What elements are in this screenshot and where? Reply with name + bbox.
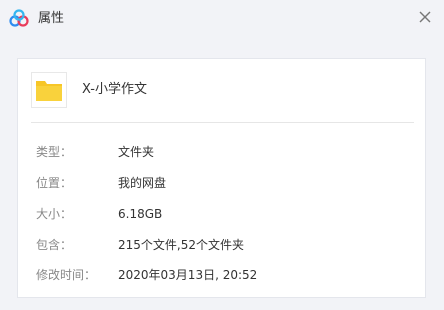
property-value: 215个文件,52个文件夹 — [118, 238, 244, 252]
property-row-size: 大小： 6.18GB — [18, 204, 427, 224]
property-label: 位置： — [36, 176, 73, 190]
property-label: 类型： — [36, 145, 73, 159]
property-row-location: 位置： 我的网盘 — [18, 173, 427, 193]
properties-panel: X-小学作文 类型： 文件夹 位置： 我的网盘 大小： 6.18GB 包含： 2… — [17, 58, 426, 298]
window-title: 属性 — [38, 11, 65, 26]
baidu-netdisk-icon — [9, 9, 29, 27]
property-label: 大小： — [36, 207, 73, 221]
close-icon[interactable] — [414, 6, 436, 28]
property-row-type: 类型： 文件夹 — [18, 142, 427, 162]
property-value: 我的网盘 — [118, 176, 167, 190]
property-row-contains: 包含： 215个文件,52个文件夹 — [18, 235, 427, 255]
property-label: 包含： — [36, 238, 73, 252]
property-value: 文件夹 — [118, 145, 155, 159]
folder-icon — [36, 81, 62, 101]
property-value: 6.18GB — [118, 207, 163, 221]
title-bar: 属性 — [0, 0, 444, 38]
property-value: 2020年03月13日, 20:52 — [118, 268, 258, 282]
property-row-modified: 修改时间： 2020年03月13日, 20:52 — [18, 265, 427, 285]
file-name: X-小学作文 — [82, 82, 147, 97]
folder-thumbnail — [31, 72, 67, 108]
property-label: 修改时间： — [36, 268, 97, 282]
divider — [31, 122, 414, 123]
